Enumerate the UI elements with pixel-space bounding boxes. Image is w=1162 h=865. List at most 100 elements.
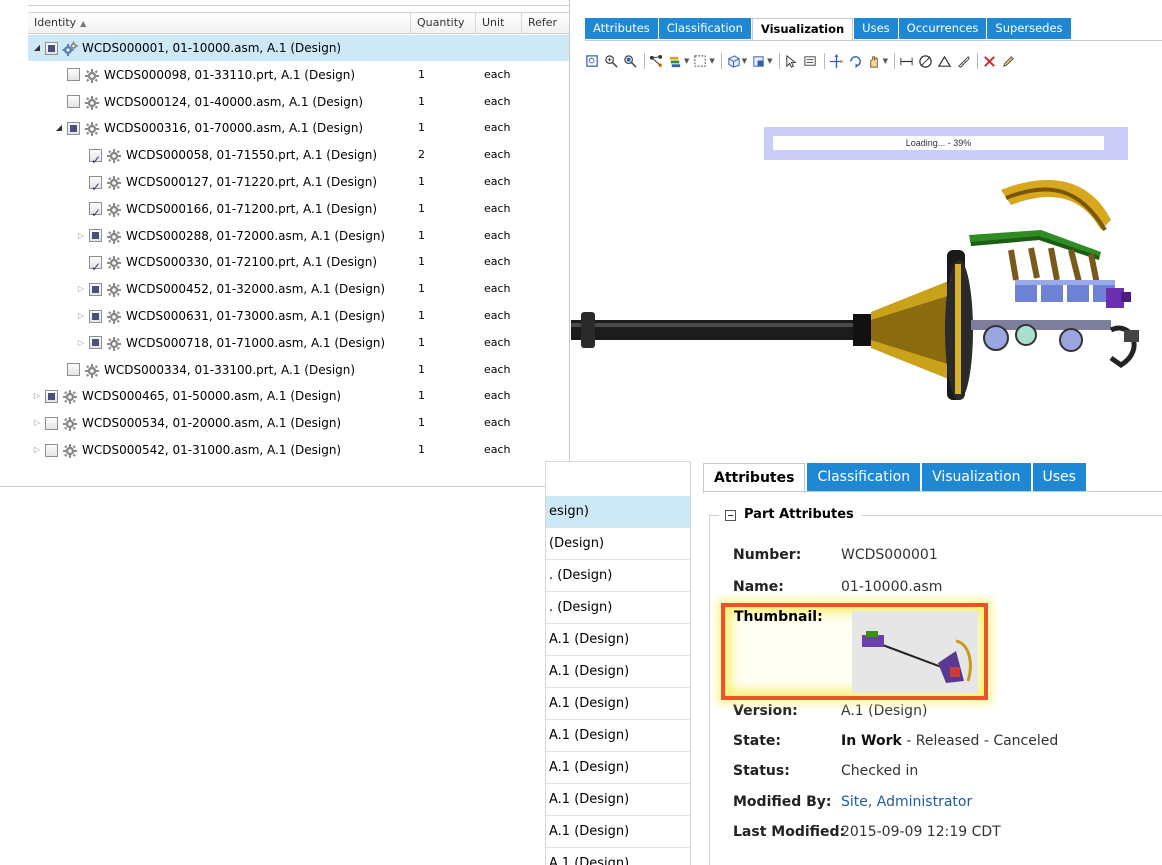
tree-row[interactable]: ▷ WCDS000452, 01-32000.asm, A.1 (Design) 1… [28, 276, 569, 302]
visibility-checkbox[interactable] [89, 229, 102, 243]
collapse-icon[interactable] [725, 509, 736, 521]
pointer-icon[interactable] [784, 54, 799, 69]
tree-row[interactable]: WCDS000098, 01-33110.prt, A.1 (Design) 1 e… [28, 62, 569, 88]
column-header-identity[interactable]: Identity ▲ [28, 13, 411, 34]
collapse-arrow-icon[interactable]: ◢ [54, 115, 64, 141]
expand-arrow-icon[interactable]: ▷ [76, 276, 86, 302]
tree-row-quantity: 1 [418, 443, 425, 456]
visibility-checkbox[interactable] [45, 41, 58, 55]
selection-box-icon[interactable] [693, 54, 708, 69]
list-item[interactable]: A.1 (Design) [546, 752, 690, 784]
visibility-checkbox[interactable] [89, 309, 102, 323]
column-header-quantity[interactable]: Quantity [411, 13, 476, 34]
tab-occurrences[interactable]: Occurrences [898, 18, 987, 39]
zoom-box-icon[interactable] [585, 54, 600, 69]
visibility-checkbox[interactable] [45, 443, 58, 457]
hand-icon[interactable] [867, 54, 882, 69]
modified-by-link[interactable]: Site, Administrator [841, 788, 972, 816]
measure-angle-icon[interactable] [937, 54, 952, 69]
list-item[interactable]: A.1 (Design) [546, 688, 690, 720]
visibility-checkbox[interactable] [67, 121, 80, 135]
select-window-icon[interactable] [803, 54, 818, 69]
measure-distance-icon[interactable] [899, 54, 914, 69]
visibility-checkbox[interactable] [89, 200, 102, 226]
visibility-checkbox[interactable] [89, 147, 102, 173]
tab-uses[interactable]: Uses [854, 18, 898, 39]
part-attributes-legend[interactable]: Part Attributes [719, 506, 862, 524]
expand-arrow-icon[interactable]: ▷ [32, 383, 42, 409]
list-item[interactable]: A.1 (Design) [546, 784, 690, 816]
visibility-checkbox[interactable] [45, 389, 58, 403]
3d-model-viewport[interactable] [571, 180, 1162, 400]
view-cube-icon[interactable] [726, 54, 741, 69]
tab-classification[interactable]: Classification [807, 463, 921, 491]
dropdown-arrow-icon[interactable]: ▼ [709, 57, 714, 65]
structure-icon[interactable] [649, 54, 664, 69]
visibility-checkbox[interactable] [67, 68, 80, 82]
list-item[interactable]: esign) [546, 496, 690, 528]
tab-supersedes[interactable]: Supersedes [987, 18, 1071, 39]
pencil-icon[interactable] [1001, 54, 1016, 69]
tab-attributes[interactable]: Attributes [703, 463, 806, 493]
zoom-selected-icon[interactable] [623, 54, 638, 69]
visibility-checkbox[interactable] [67, 95, 80, 109]
column-header-unit[interactable]: Unit [476, 13, 522, 34]
layers-icon[interactable] [668, 54, 683, 69]
visibility-checkbox[interactable] [89, 282, 102, 296]
tree-row[interactable]: WCDS000330, 01-72100.prt, A.1 (Design) 1 e… [28, 249, 569, 280]
move-icon[interactable] [829, 53, 844, 69]
tree-row[interactable]: ▷ WCDS000465, 01-50000.asm, A.1 (Design) 1… [28, 383, 569, 409]
tree-row[interactable]: ◢ WCDS000001, 01-10000.asm, A.1 (Design) [28, 35, 569, 61]
tab-attributes[interactable]: Attributes [585, 18, 658, 39]
tab-visualization[interactable]: Visualization [922, 463, 1031, 491]
delete-icon[interactable] [982, 54, 997, 69]
visibility-checkbox[interactable] [89, 174, 102, 200]
column-header-reference[interactable]: Refer [522, 13, 569, 34]
expand-arrow-icon[interactable]: ▷ [76, 330, 86, 356]
expand-arrow-icon[interactable]: ▷ [32, 437, 42, 463]
list-item[interactable]: A.1 (Design) [546, 720, 690, 752]
list-item[interactable]: A.1 (Design) [546, 656, 690, 688]
tree-row[interactable]: WCDS000127, 01-71220.prt, A.1 (Design) 1 e… [28, 169, 569, 200]
gear-icon [84, 94, 100, 110]
visibility-checkbox[interactable] [45, 416, 58, 430]
collapse-arrow-icon[interactable]: ◢ [32, 35, 42, 61]
tab-uses[interactable]: Uses [1032, 463, 1086, 491]
tree-row[interactable]: ◢ WCDS000316, 01-70000.asm, A.1 (Design) 1… [28, 115, 569, 141]
orientation-icon[interactable] [751, 54, 766, 69]
tree-row[interactable]: WCDS000166, 01-71200.prt, A.1 (Design) 1 e… [28, 196, 569, 226]
list-item[interactable]: . (Design) [546, 560, 690, 592]
measure-diameter-icon[interactable] [918, 54, 933, 69]
visibility-checkbox[interactable] [67, 363, 80, 377]
expand-arrow-icon[interactable]: ▷ [32, 410, 42, 436]
tab-classification[interactable]: Classification [658, 18, 751, 39]
zoom-in-icon[interactable] [604, 54, 619, 69]
visibility-checkbox[interactable] [89, 254, 102, 280]
tree-row-quantity: 1 [418, 201, 425, 215]
visibility-checkbox[interactable] [89, 336, 102, 350]
tree-row[interactable]: WCDS000124, 01-40000.asm, A.1 (Design) 1 e… [28, 89, 569, 115]
list-item[interactable]: A.1 (Design) [546, 816, 690, 848]
list-item[interactable]: A.1 (Design) [546, 848, 690, 865]
list-item[interactable]: . (Design) [546, 592, 690, 624]
rotate-icon[interactable] [848, 54, 863, 69]
thumbnail-image[interactable] [852, 611, 978, 693]
expand-arrow-icon[interactable]: ▷ [76, 303, 86, 329]
tree-row[interactable]: ▷ WCDS000542, 01-31000.asm, A.1 (Design) 1… [28, 437, 569, 463]
tree-row[interactable]: ▷ WCDS000718, 01-71000.asm, A.1 (Design) 1… [28, 330, 569, 356]
tree-row[interactable]: ▷ WCDS000534, 01-20000.asm, A.1 (Design) 1… [28, 410, 569, 436]
tab-visualization[interactable]: Visualization [751, 18, 854, 40]
tree-row[interactable]: ▷ WCDS000631, 01-73000.asm, A.1 (Design) 1… [28, 303, 569, 329]
list-item[interactable]: A.1 (Design) [546, 624, 690, 656]
tree-row[interactable]: ▷ WCDS000288, 01-72000.asm, A.1 (Design) 1… [28, 223, 569, 249]
dropdown-arrow-icon[interactable]: ▼ [742, 57, 747, 65]
dropdown-arrow-icon[interactable]: ▼ [684, 57, 689, 65]
list-item[interactable]: (Design) [546, 528, 690, 560]
tree-row[interactable]: WCDS000334, 01-33100.prt, A.1 (Design) 1 e… [28, 357, 569, 383]
expand-arrow-icon[interactable]: ▷ [76, 223, 86, 249]
dropdown-arrow-icon[interactable]: ▼ [883, 57, 888, 65]
ruler-icon[interactable] [956, 54, 971, 69]
tree-row-unit: each [484, 175, 511, 188]
tree-row[interactable]: WCDS000058, 01-71550.prt, A.1 (Design) 2 e… [28, 142, 569, 173]
dropdown-arrow-icon[interactable]: ▼ [767, 57, 772, 65]
